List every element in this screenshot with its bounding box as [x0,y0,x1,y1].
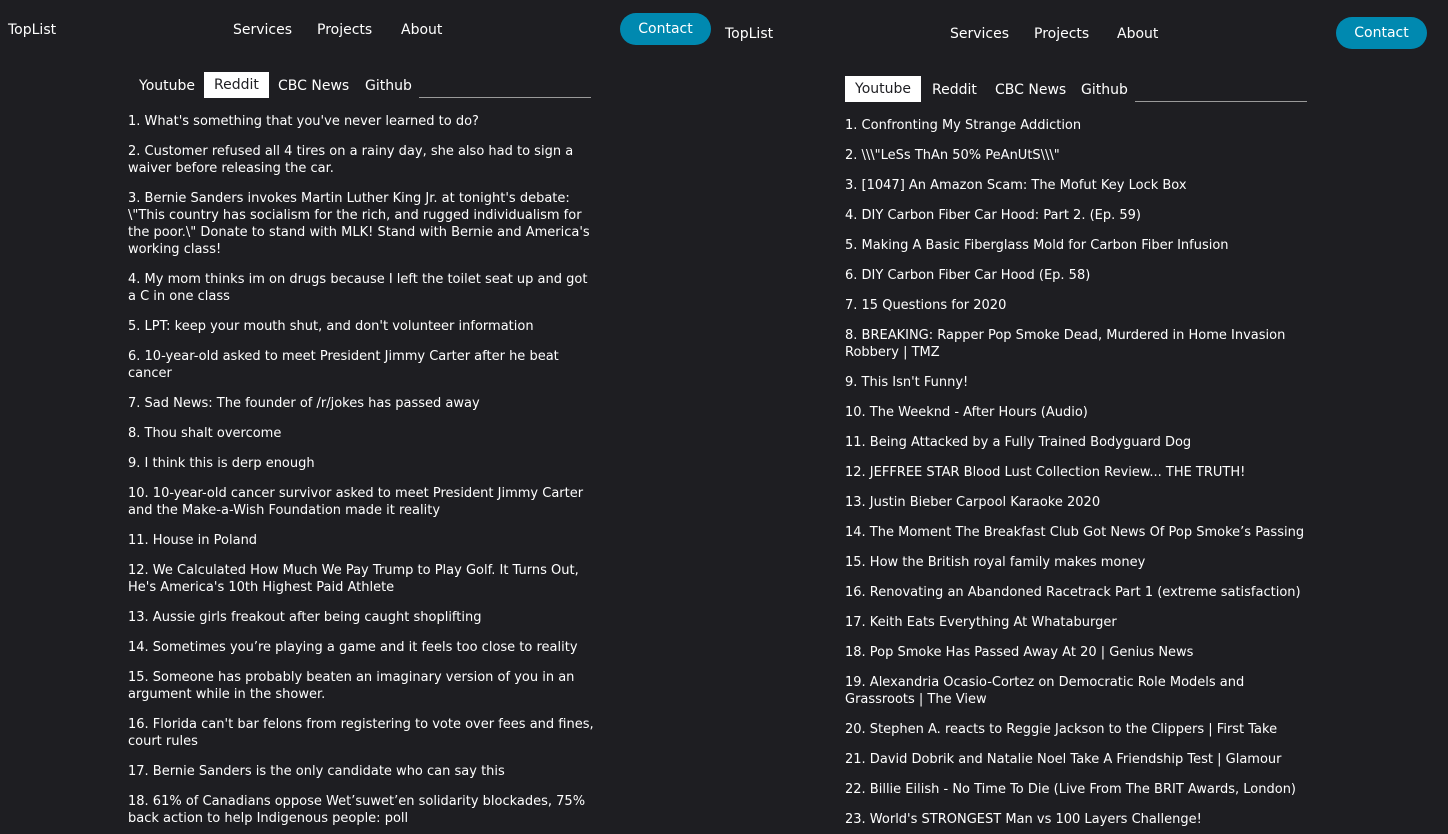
tab-cbc-news[interactable]: CBC News [278,73,349,99]
list-item[interactable]: 10. 10-year-old cancer survivor asked to… [128,485,594,519]
brand-logo[interactable]: TopList [8,22,56,38]
list-item[interactable]: 15. How the British royal family makes m… [845,554,1311,571]
list-item[interactable]: 2. \\\"LeSs ThAn 50% PeAnUtS\\\" [845,147,1311,164]
list-item[interactable]: 5. Making A Basic Fiberglass Mold for Ca… [845,237,1311,254]
list-item[interactable]: 17. Bernie Sanders is the only candidate… [128,763,594,780]
tab-youtube[interactable]: Youtube [845,76,921,102]
list-item[interactable]: 21. David Dobrik and Natalie Noel Take A… [845,751,1311,768]
list-item[interactable]: 7. 15 Questions for 2020 [845,297,1311,314]
nav-projects-link[interactable]: Projects [317,22,372,38]
list-item[interactable]: 11. Being Attacked by a Fully Trained Bo… [845,434,1311,451]
list-item[interactable]: 23. World's STRONGEST Man vs 100 Layers … [845,811,1311,828]
tab-youtube[interactable]: Youtube [139,73,195,99]
list-item[interactable]: 18. 61% of Canadians oppose Wet’suwet’en… [128,793,594,827]
list-item[interactable]: 3. [1047] An Amazon Scam: The Mofut Key … [845,177,1311,194]
youtube-list: 1. Confronting My Strange Addiction 2. \\… [845,117,1311,834]
list-item[interactable]: 13. Aussie girls freakout after being ca… [128,609,594,626]
contact-button[interactable]: Contact [1336,17,1427,49]
list-item[interactable]: 18. Pop Smoke Has Passed Away At 20 | Ge… [845,644,1311,661]
list-item[interactable]: 9. This Isn't Funny! [845,374,1311,391]
list-item[interactable]: 16. Florida can't bar felons from regist… [128,716,594,750]
list-item[interactable]: 8. Thou shalt overcome [128,425,594,442]
nav-projects-link[interactable]: Projects [1034,26,1089,42]
list-item[interactable]: 4. DIY Carbon Fiber Car Hood: Part 2. (E… [845,207,1311,224]
list-item[interactable]: 12. JEFFREE STAR Blood Lust Collection R… [845,464,1311,481]
nav-services-link[interactable]: Services [233,22,292,38]
contact-button[interactable]: Contact [620,13,711,45]
nav-about-link[interactable]: About [401,22,442,38]
list-item[interactable]: 16. Renovating an Abandoned Racetrack Pa… [845,584,1311,601]
tab-reddit[interactable]: Reddit [932,77,977,103]
tab-cbc-news[interactable]: CBC News [995,77,1066,103]
tab-reddit[interactable]: Reddit [204,72,269,98]
nav-about-link[interactable]: About [1117,26,1158,42]
list-item[interactable]: 20. Stephen A. reacts to Reggie Jackson … [845,721,1311,738]
left-pane: TopList Services Projects About Contact … [0,0,724,834]
brand-logo[interactable]: TopList [725,26,773,42]
reddit-list: 1. What's something that you've never le… [128,113,594,834]
list-item[interactable]: 1. What's something that you've never le… [128,113,594,130]
list-item[interactable]: 15. Someone has probably beaten an imagi… [128,669,594,703]
list-item[interactable]: 2. Customer refused all 4 tires on a rai… [128,143,594,177]
tab-github[interactable]: Github [365,73,412,99]
tab-github[interactable]: Github [1081,77,1128,103]
search-input[interactable] [1135,101,1307,102]
list-item[interactable]: 8. BREAKING: Rapper Pop Smoke Dead, Murd… [845,327,1311,361]
list-item[interactable]: 14. The Moment The Breakfast Club Got Ne… [845,524,1311,541]
list-item[interactable]: 22. Billie Eilish - No Time To Die (Live… [845,781,1311,798]
list-item[interactable]: 14. Sometimes you’re playing a game and … [128,639,594,656]
list-item[interactable]: 9. I think this is derp enough [128,455,594,472]
list-item[interactable]: 6. DIY Carbon Fiber Car Hood (Ep. 58) [845,267,1311,284]
list-item[interactable]: 3. Bernie Sanders invokes Martin Luther … [128,190,594,258]
list-item[interactable]: 6. 10-year-old asked to meet President J… [128,348,594,382]
list-item[interactable]: 7. Sad News: The founder of /r/jokes has… [128,395,594,412]
list-item[interactable]: 17. Keith Eats Everything At Whataburger [845,614,1311,631]
list-item[interactable]: 13. Justin Bieber Carpool Karaoke 2020 [845,494,1311,511]
list-item[interactable]: 11. House in Poland [128,532,594,549]
list-item[interactable]: 5. LPT: keep your mouth shut, and don't … [128,318,594,335]
list-item[interactable]: 4. My mom thinks im on drugs because I l… [128,271,594,305]
right-pane: TopList Services Projects About Contact … [717,0,1448,834]
list-item[interactable]: 19. Alexandria Ocasio-Cortez on Democrat… [845,674,1311,708]
search-input[interactable] [419,97,591,98]
nav-services-link[interactable]: Services [950,26,1009,42]
list-item[interactable]: 10. The Weeknd - After Hours (Audio) [845,404,1311,421]
list-item[interactable]: 1. Confronting My Strange Addiction [845,117,1311,134]
list-item[interactable]: 12. We Calculated How Much We Pay Trump … [128,562,594,596]
